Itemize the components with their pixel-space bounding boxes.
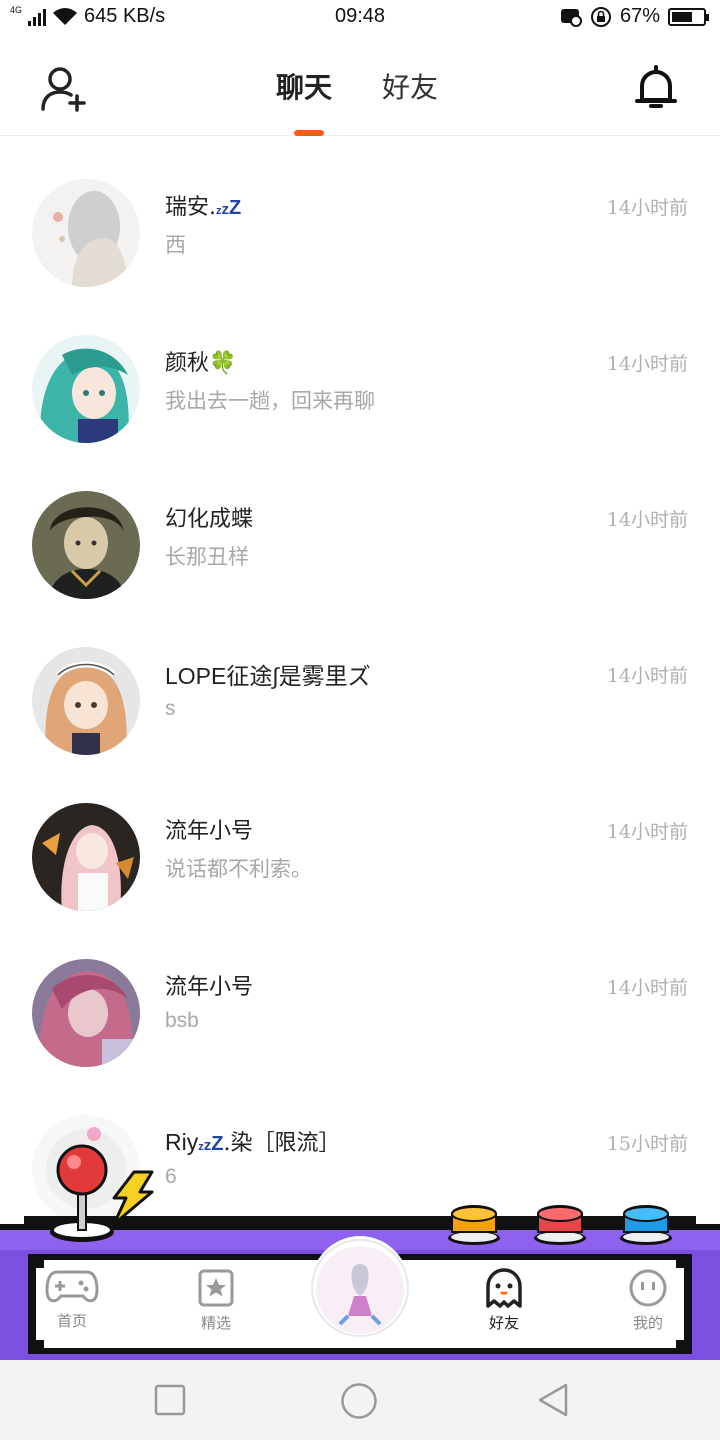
- lightning-icon: [112, 1170, 154, 1226]
- chat-time: 14小时前: [606, 197, 688, 219]
- bell-icon[interactable]: [634, 64, 678, 112]
- nav-home-label: 首页: [56, 1312, 87, 1330]
- star-card-icon: [198, 1269, 234, 1307]
- gamepad-icon: [45, 1270, 99, 1303]
- message-notification-icon: [560, 8, 582, 27]
- status-bar: 4G 645 KB/s 09:48 67%: [0, 0, 720, 36]
- chat-item[interactable]: 幻化成蝶 长那丑样 14小时前: [0, 449, 720, 605]
- avatar: [32, 335, 140, 443]
- chat-time: 14小时前: [606, 665, 688, 687]
- battery-icon: [668, 7, 709, 26]
- chat-preview: 说话都不利索。: [165, 857, 312, 881]
- header: 聊天 好友: [0, 36, 720, 136]
- tab-chat[interactable]: 聊天: [276, 66, 332, 106]
- nav-friends-label: 好友: [488, 1314, 519, 1332]
- center-profile-button[interactable]: [310, 1236, 410, 1340]
- nav-friends[interactable]: 好友: [464, 1268, 544, 1337]
- avatar: [32, 647, 140, 755]
- chat-time: 14小时前: [606, 821, 688, 843]
- chat-name: LOPE征途∫是雾里ズ: [165, 663, 371, 689]
- avatar: [32, 959, 140, 1067]
- chat-time: 14小时前: [606, 509, 688, 531]
- status-right: 67%: [560, 5, 709, 28]
- nav-featured[interactable]: 精选: [176, 1268, 256, 1333]
- orange-arcade-button[interactable]: [446, 1202, 502, 1246]
- smiley-icon: [629, 1269, 667, 1307]
- nav-me-label: 我的: [632, 1314, 663, 1332]
- avatar: [32, 179, 140, 287]
- nav-me[interactable]: 我的: [608, 1268, 688, 1333]
- chat-item[interactable]: 颜秋🍀 我出去一趟，回来再聊 14小时前: [0, 293, 720, 449]
- chat-preview: 我出去一趟，回来再聊: [165, 389, 375, 413]
- chat-time: 14小时前: [606, 977, 688, 999]
- chat-item[interactable]: 流年小号 说话都不利索。 14小时前: [0, 761, 720, 917]
- chat-name: 颜秋🍀: [165, 351, 237, 376]
- active-tab-indicator: [294, 130, 324, 136]
- chat-preview: bsb: [165, 1009, 199, 1032]
- red-arcade-button[interactable]: [532, 1202, 588, 1246]
- home-button[interactable]: [340, 1382, 378, 1420]
- tab-bar: 聊天 好友: [0, 36, 720, 136]
- nav-featured-label: 精选: [200, 1314, 231, 1332]
- chat-preview: s: [165, 697, 176, 720]
- chat-time: 14小时前: [606, 353, 688, 375]
- avatar: [32, 803, 140, 911]
- ghost-icon: [486, 1268, 522, 1308]
- chat-item[interactable]: 瑞安.zzZ 西 14小时前: [0, 137, 720, 293]
- chat-name: 流年小号: [165, 819, 254, 844]
- chat-name: 瑞安.zzZ: [165, 195, 242, 220]
- system-navigation-bar: [0, 1360, 720, 1440]
- rotation-lock-icon: [590, 6, 611, 27]
- avatar: [32, 491, 140, 599]
- tab-friends[interactable]: 好友: [382, 66, 438, 106]
- back-button[interactable]: [536, 1382, 570, 1418]
- chat-item[interactable]: LOPE征途∫是雾里ズ s 14小时前: [0, 605, 720, 761]
- sleep-zz-badge: zzZ: [216, 197, 242, 219]
- chat-item[interactable]: 流年小号 bsb 14小时前: [0, 917, 720, 1073]
- nav-home[interactable]: 首页: [32, 1268, 112, 1331]
- chat-preview: 西: [165, 233, 186, 257]
- battery-percent: 67%: [619, 5, 660, 27]
- chat-name: 流年小号: [165, 975, 254, 1000]
- blue-arcade-button[interactable]: [618, 1202, 674, 1246]
- chat-preview: 长那丑样: [165, 545, 249, 569]
- recent-apps-button[interactable]: [154, 1384, 186, 1416]
- chat-name: 幻化成蝶: [165, 507, 254, 532]
